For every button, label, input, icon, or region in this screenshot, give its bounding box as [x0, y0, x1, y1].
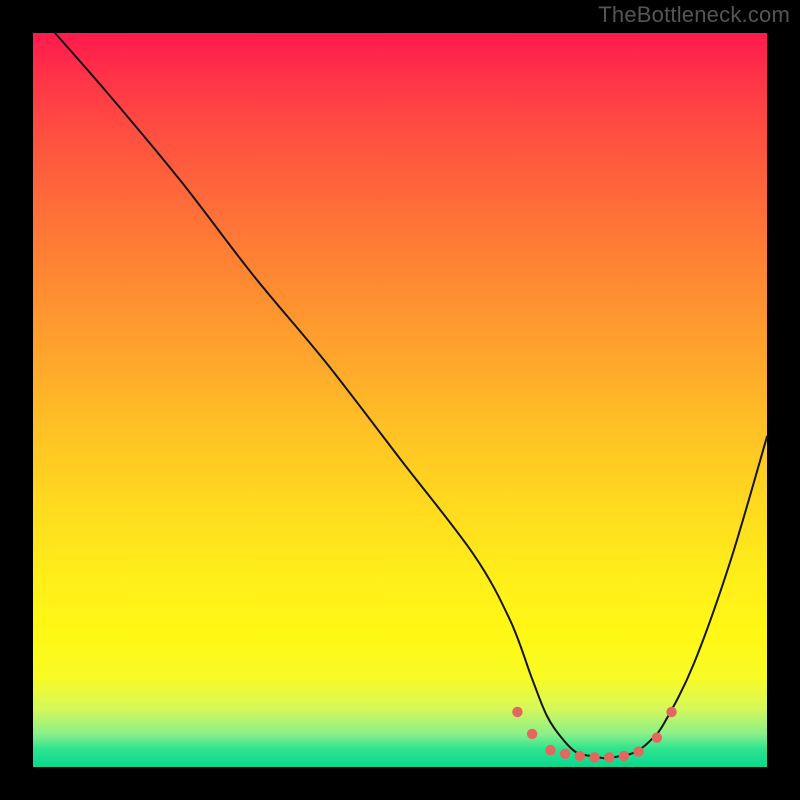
highlight-dot	[545, 745, 555, 755]
curve-svg	[33, 33, 767, 767]
plot-area	[33, 33, 767, 767]
watermark-text: TheBottleneck.com	[598, 2, 790, 28]
highlight-dot	[619, 751, 629, 761]
highlight-dot	[527, 729, 537, 739]
highlight-dot	[560, 749, 570, 759]
highlight-dot	[589, 752, 599, 762]
highlight-dot	[512, 707, 522, 717]
highlight-dot	[575, 751, 585, 761]
highlight-dot	[666, 707, 676, 717]
highlight-dot	[652, 732, 662, 742]
highlight-dot	[604, 752, 614, 762]
bottleneck-curve	[55, 33, 767, 758]
chart-frame: TheBottleneck.com	[0, 0, 800, 800]
highlight-markers	[512, 707, 677, 763]
highlight-dot	[633, 746, 643, 756]
